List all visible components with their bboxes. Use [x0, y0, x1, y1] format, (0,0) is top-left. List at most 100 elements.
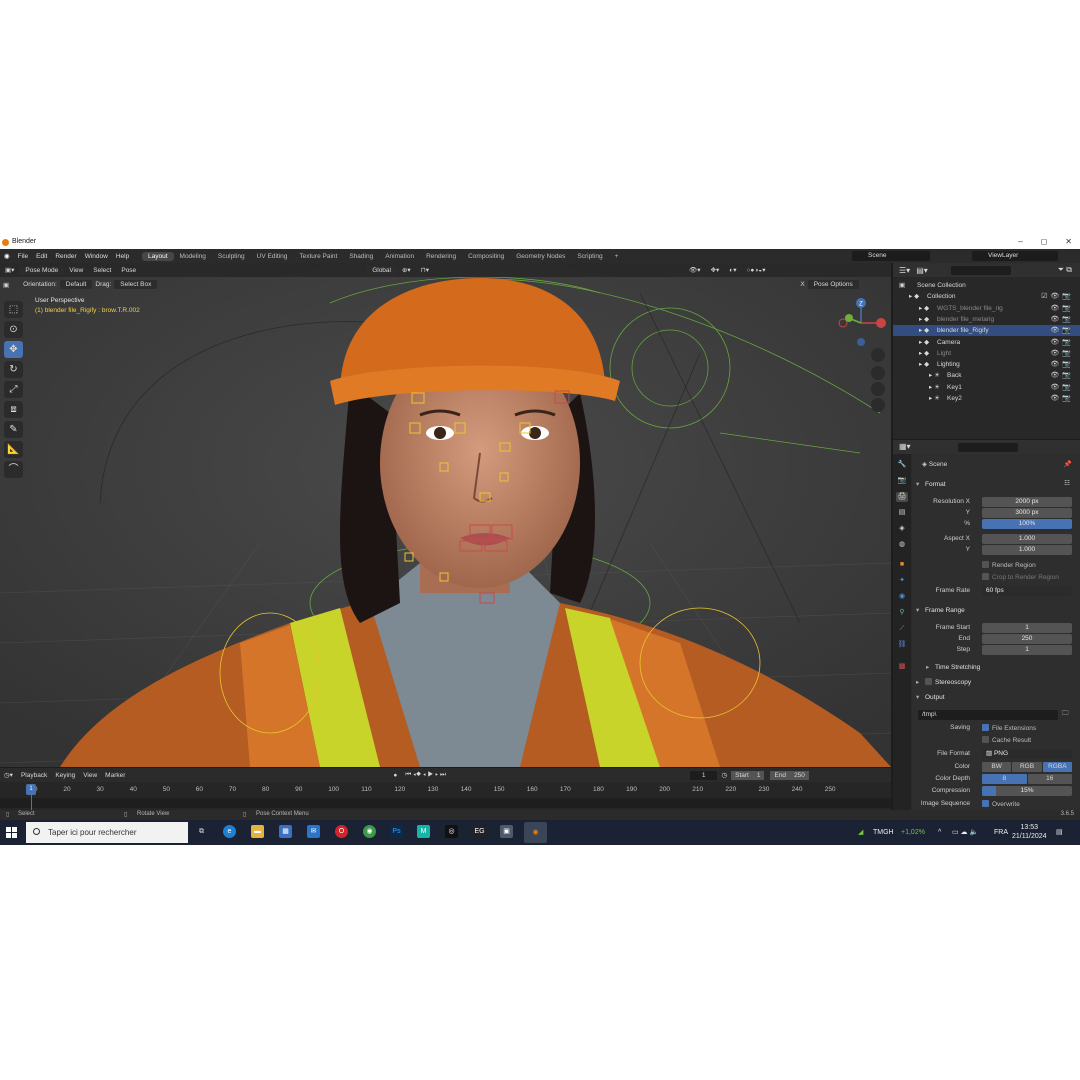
viewport-menu-view[interactable]: View — [64, 267, 88, 274]
close-button[interactable]: ✕ — [1065, 235, 1072, 249]
language-indicator[interactable]: FRA — [994, 820, 1008, 845]
outliner-row[interactable]: ▸ ◆ Camera 👁📷 — [893, 337, 1080, 348]
scene-selector[interactable]: Scene — [852, 251, 930, 261]
time-stretching-subpanel[interactable]: Time Stretching — [926, 662, 1080, 674]
outliner-row[interactable]: ▸ ◆ Collection ☑👁📷 — [893, 291, 1080, 302]
object-data-tab-icon[interactable]: ⚲ — [896, 608, 908, 618]
rotate-tool-icon[interactable]: ↻ — [4, 361, 23, 378]
outliner-row[interactable]: ▸ ☀ Key1 👁📷 — [893, 382, 1080, 393]
outliner-item-icon[interactable]: ▸ ☀ — [929, 370, 940, 381]
outliner-editor-icon[interactable]: ☰▾ — [899, 266, 910, 275]
orientation-dropdown[interactable]: Default — [59, 280, 93, 289]
crop-region-checkbox[interactable]: Crop to Render Region — [982, 573, 1059, 581]
outliner-item-icon[interactable]: ▸ ☀ — [929, 393, 940, 404]
timeline-ruler[interactable]: 1102030405060708090100110120130140150160… — [0, 783, 891, 797]
resolution-pct-field[interactable]: 100% — [982, 519, 1072, 529]
measure-tool-icon[interactable]: 📐 — [4, 441, 23, 458]
output-tab-icon[interactable]: 🖨 — [896, 492, 908, 502]
drag-dropdown[interactable]: Select Box — [114, 280, 158, 289]
viewport-menu-pose[interactable]: Pose — [116, 267, 141, 274]
timeline-menu-keying[interactable]: Keying — [51, 772, 79, 779]
view-layer-tab-icon[interactable]: ▤ — [896, 508, 908, 518]
windows-start-icon[interactable] — [6, 827, 17, 838]
outliner-item-icon[interactable]: ▣ — [899, 280, 905, 291]
tab-rendering[interactable]: Rendering — [420, 252, 462, 261]
end-frame-field[interactable]: 250 — [790, 770, 809, 780]
timeline-editor[interactable]: ◷▾ Playback Keying View Marker ● ⏮ ◂◆ ◂ … — [0, 768, 891, 815]
pivot-icon[interactable]: ⊕▾ — [397, 266, 416, 274]
3d-viewport[interactable]: ▣▾ Pose Mode View Select Pose Global ⊕▾ … — [0, 263, 891, 767]
outliner-row[interactable]: ▸ ◆ Light 👁📷 — [893, 348, 1080, 359]
outliner-item-icon[interactable]: ▸ ◆ — [909, 291, 919, 302]
depth-16-option[interactable]: 16 — [1027, 774, 1072, 784]
pin-icon[interactable]: 📌 — [1064, 460, 1072, 468]
mail-icon[interactable]: ✉ — [307, 825, 320, 838]
visibility-toggles-icon[interactable]: 👁📷 — [1050, 325, 1074, 336]
presets-icon[interactable]: ☷ — [1064, 479, 1070, 487]
compression-slider[interactable]: 15% — [982, 786, 1072, 796]
pose-options-dropdown[interactable]: Pose Options — [807, 280, 859, 289]
format-panel-header[interactable]: Format — [916, 479, 1074, 491]
visibility-toggles-icon[interactable]: 👁📷 — [1050, 348, 1074, 359]
frame-end-field[interactable]: 250 — [982, 634, 1072, 644]
file-extensions-checkbox[interactable]: File Extensions — [982, 724, 1036, 732]
properties-editor-icon[interactable]: ▦▾ — [899, 442, 911, 451]
tab-uv-editing[interactable]: UV Editing — [251, 252, 294, 261]
maya-icon[interactable]: M — [417, 825, 430, 838]
overlay-toggle-icon[interactable]: ◐▾ — [724, 266, 741, 274]
start-frame-field[interactable]: 1 — [752, 770, 765, 780]
overwrite-checkbox[interactable]: Overwrite — [982, 800, 1020, 808]
current-frame-field[interactable]: 1 — [689, 770, 718, 780]
outliner[interactable]: ☰▾ ▤▾ ⏷ ⧉ ▣ Scene Collection ▸ ◆ Collection… — [893, 263, 1080, 439]
cache-result-checkbox[interactable]: Cache Result — [982, 736, 1031, 744]
outliner-item-icon[interactable]: ▸ ◆ — [919, 337, 929, 348]
outliner-item-icon[interactable]: ▸ ◆ — [919, 348, 929, 359]
scene-tab-icon[interactable]: ◈ — [896, 524, 908, 534]
active-tool-icon[interactable]: ▣ — [0, 281, 12, 289]
folder-icon[interactable]: 🗀 — [1062, 709, 1069, 720]
frame-rate-dropdown[interactable]: 60 fps — [982, 586, 1072, 596]
properties-search-input[interactable] — [958, 443, 1018, 452]
cursor-tool-icon[interactable]: ⊙ — [4, 321, 23, 338]
tool-tab-icon[interactable]: 🔧 — [896, 460, 908, 470]
aspect-y-field[interactable]: 1.000 — [982, 545, 1072, 555]
outliner-row[interactable]: ▣ Scene Collection — [893, 280, 1080, 291]
annotate-tool-icon[interactable]: ✎ — [4, 421, 23, 438]
visibility-toggles-icon[interactable]: 👁📷 — [1050, 370, 1074, 381]
file-format-dropdown[interactable]: ▨ PNG — [982, 749, 1072, 759]
clock[interactable]: 13:53 21/11/2024 — [1012, 823, 1047, 841]
render-tab-icon[interactable]: 📷 — [896, 476, 908, 486]
physics-tab-icon[interactable]: ◉ — [896, 592, 908, 602]
output-path-input[interactable]: /tmp\ — [918, 710, 1058, 720]
chrome-icon[interactable]: ◉ — [363, 825, 376, 838]
edge-icon[interactable]: e — [223, 825, 236, 838]
object-tab-icon[interactable]: ■ — [896, 560, 908, 570]
outliner-item-icon[interactable]: ▸ ☀ — [929, 382, 940, 393]
relax-pose-tool-icon[interactable]: ⌒ — [4, 461, 23, 478]
playhead[interactable]: 1 — [26, 784, 36, 795]
tab-shading[interactable]: Shading — [343, 252, 379, 261]
color-bw-option[interactable]: BW — [982, 762, 1012, 772]
transform-orientation-dropdown[interactable]: Global — [366, 265, 397, 275]
epic-games-icon[interactable]: EG — [473, 825, 486, 838]
viewport-menu-select[interactable]: Select — [88, 267, 116, 274]
playback-controls[interactable]: ⏮ ◂◆ ◂ ▶ ▸ ⏭ — [401, 771, 449, 779]
timeline-editor-icon[interactable]: ◷▾ — [0, 771, 17, 779]
color-rgba-option[interactable]: RGBA — [1042, 762, 1072, 772]
outliner-row[interactable]: ▸ ◆ blender file_metarig 👁📷 — [893, 314, 1080, 325]
view-layer-selector[interactable]: ViewLayer — [972, 251, 1058, 261]
outliner-item-icon[interactable]: ▸ ◆ — [919, 359, 929, 370]
frame-step-field[interactable]: 1 — [982, 645, 1072, 655]
visibility-toggles-icon[interactable]: 👁📷 — [1050, 337, 1074, 348]
render-region-checkbox[interactable]: Render Region — [982, 561, 1036, 569]
tab-texture-paint[interactable]: Texture Paint — [293, 252, 343, 261]
zoom-icon[interactable] — [871, 348, 885, 362]
frame-start-field[interactable]: 1 — [982, 623, 1072, 633]
modifier-tab-icon[interactable]: ✦ — [896, 576, 908, 586]
outliner-row[interactable]: ▸ ☀ Back 👁📷 — [893, 370, 1080, 381]
output-panel-header[interactable]: Output — [916, 692, 1074, 704]
outliner-row[interactable]: ▸ ◆ blender file_Rigify 👁📷 — [893, 325, 1080, 337]
menu-window[interactable]: Window — [81, 253, 112, 260]
mirror-x-toggle[interactable]: X — [797, 281, 807, 288]
color-rgb-option[interactable]: RGB — [1012, 762, 1042, 772]
